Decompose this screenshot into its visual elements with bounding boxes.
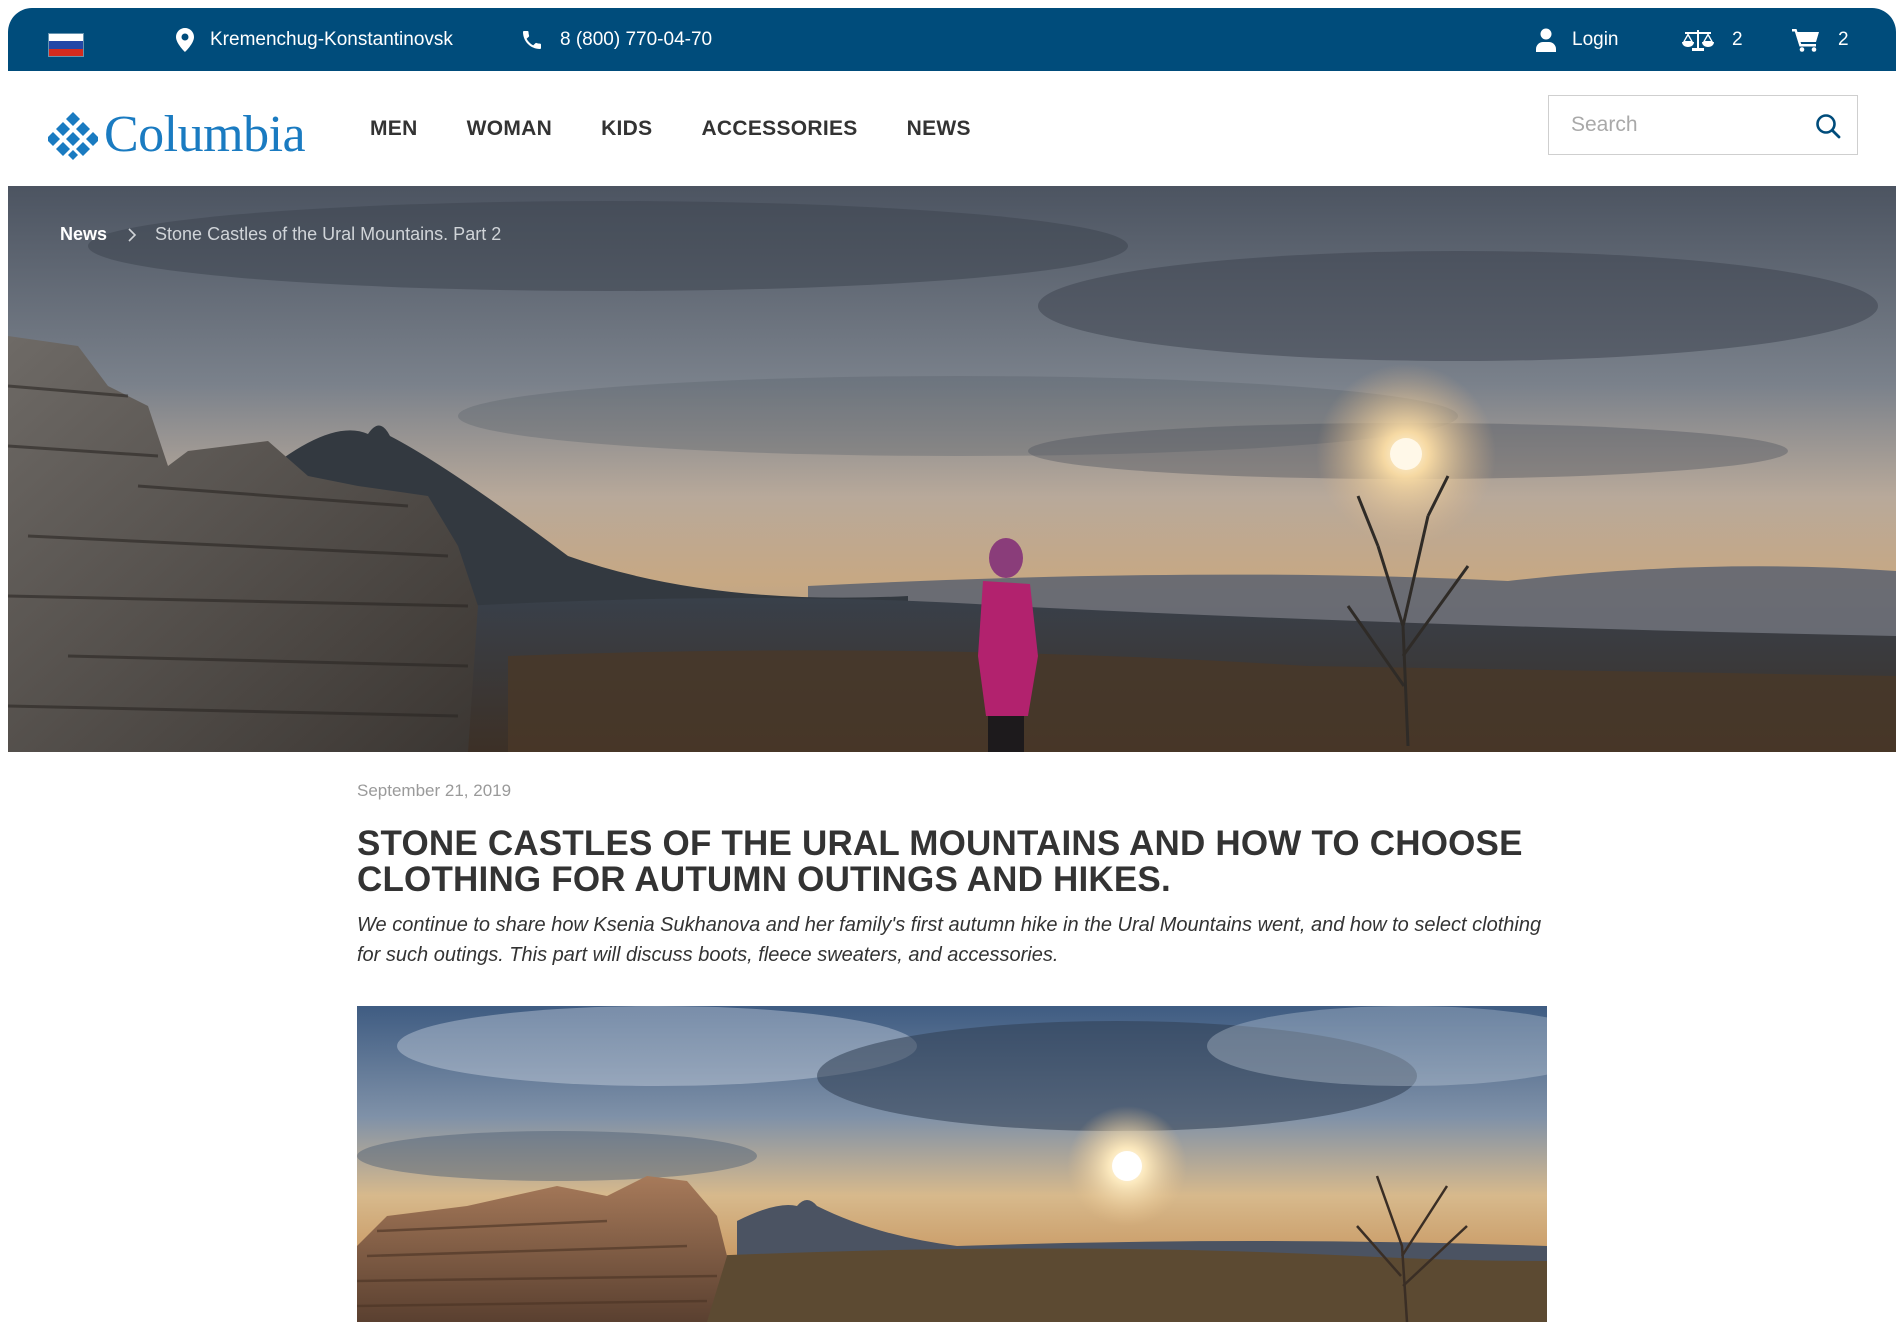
map-pin-icon bbox=[176, 27, 194, 52]
login-label: Login bbox=[1572, 28, 1619, 50]
columbia-logo[interactable]: Columbia bbox=[48, 105, 306, 164]
nav-item-accessories[interactable]: ACCESSORIES bbox=[701, 117, 857, 141]
cart-link[interactable]: 2 bbox=[1792, 8, 1849, 71]
login-link[interactable]: Login bbox=[1536, 8, 1619, 71]
location-selector[interactable]: Kremenchug-Konstantinovsk bbox=[176, 8, 453, 71]
cart-count: 2 bbox=[1838, 28, 1849, 50]
hero-landscape-image bbox=[8, 186, 1896, 752]
article-lead: We continue to share how Ksenia Sukhanov… bbox=[357, 914, 1542, 966]
search-input[interactable] bbox=[1549, 113, 1799, 137]
compare-count: 2 bbox=[1732, 28, 1743, 50]
article-date: September 21, 2019 bbox=[357, 781, 512, 800]
logo-wordmark: Columbia bbox=[104, 106, 306, 163]
article-title: Stone castles of the Ural Mountains and … bbox=[357, 824, 1523, 899]
columbia-diamond-icon bbox=[48, 111, 98, 160]
breadcrumb-news-link[interactable]: News bbox=[60, 224, 107, 245]
nav-item-men[interactable]: MEN bbox=[370, 117, 418, 141]
user-icon bbox=[1536, 28, 1556, 52]
nav-item-kids[interactable]: KIDS bbox=[601, 117, 652, 141]
cart-icon bbox=[1792, 28, 1819, 52]
main-header: Columbia MEN WOMAN KIDS ACCESSORIES NEWS bbox=[8, 71, 1896, 186]
phone-link[interactable]: 8 (800) 770-04-70 bbox=[520, 8, 712, 71]
nav-item-woman[interactable]: WOMAN bbox=[467, 117, 552, 141]
chevron-right-icon bbox=[128, 227, 137, 242]
compare-link[interactable]: 2 bbox=[1682, 8, 1743, 71]
article-image bbox=[357, 1006, 1547, 1322]
phone-number: 8 (800) 770-04-70 bbox=[560, 28, 713, 50]
article-landscape-image bbox=[357, 1006, 1547, 1322]
breadcrumb: News Stone Castles of the Ural Mountains… bbox=[60, 224, 501, 245]
russia-flag-icon[interactable] bbox=[48, 33, 84, 57]
phone-icon bbox=[523, 30, 541, 49]
scales-icon bbox=[1682, 29, 1714, 51]
search-box bbox=[1548, 95, 1858, 155]
search-icon[interactable] bbox=[1815, 113, 1841, 139]
breadcrumb-current: Stone Castles of the Ural Mountains. Par… bbox=[155, 224, 502, 244]
top-bar: Kremenchug-Konstantinovsk 8 (800) 770-04… bbox=[8, 8, 1896, 71]
location-label: Kremenchug-Konstantinovsk bbox=[210, 28, 453, 50]
main-nav: MEN WOMAN KIDS ACCESSORIES NEWS bbox=[370, 71, 1020, 186]
nav-item-news[interactable]: NEWS bbox=[907, 117, 971, 141]
page-frame: Kremenchug-Konstantinovsk 8 (800) 770-04… bbox=[8, 8, 1896, 1322]
hero-banner: News Stone Castles of the Ural Mountains… bbox=[8, 186, 1896, 752]
